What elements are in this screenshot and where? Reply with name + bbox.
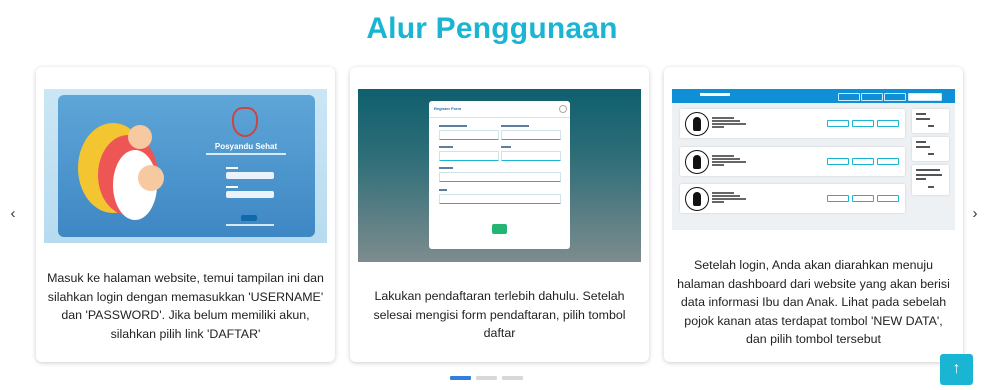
carousel-indicator-3[interactable]: [502, 376, 523, 380]
carousel-prev-button[interactable]: ‹: [6, 205, 20, 222]
carousel-indicator-1[interactable]: [450, 376, 471, 380]
carousel-card-register: Register Form Lakukan pendaftaran terleb…: [350, 67, 649, 362]
register-form-title: Register Form: [434, 106, 462, 111]
card-description: Lakukan pendaftaran terlebih dahulu. Set…: [373, 289, 626, 340]
close-icon: [559, 105, 567, 113]
section-title: Alur Penggunaan: [366, 12, 618, 45]
posyandu-logo-icon: [232, 107, 258, 137]
arrow-up-icon: ↑: [952, 360, 961, 377]
register-screenshot-image: Register Form: [358, 89, 641, 262]
dashboard-screenshot-image: [672, 89, 955, 230]
login-screenshot-title: Posyandu Sehat: [214, 142, 278, 151]
carousel-indicator-2[interactable]: [476, 376, 497, 380]
login-screenshot-image: Posyandu Sehat: [44, 89, 327, 243]
card-description: Masuk ke halaman website, temui tampilan…: [47, 271, 324, 341]
carousel-card-dashboard: Setelah login, Anda akan diarahkan menuj…: [664, 67, 963, 362]
carousel-card-login: Posyandu Sehat Masuk ke halaman website,…: [36, 67, 335, 362]
carousel-next-button[interactable]: ›: [968, 205, 982, 222]
scroll-to-top-button[interactable]: ↑: [940, 354, 973, 385]
card-description: Setelah login, Anda akan diarahkan menuj…: [677, 258, 950, 346]
